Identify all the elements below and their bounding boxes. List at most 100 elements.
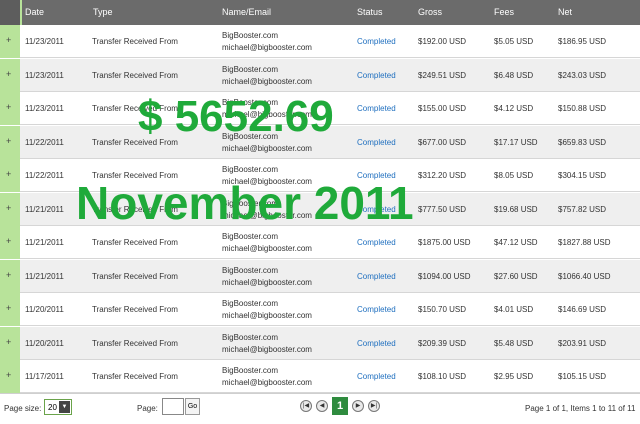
row-type: Transfer Received From — [92, 37, 178, 46]
next-page-icon[interactable]: ▶ — [352, 400, 364, 412]
row-fees: $19.68 USD — [494, 204, 538, 214]
last-page-icon[interactable]: ▶| — [368, 400, 380, 412]
prev-page-icon[interactable]: ◀ — [316, 400, 328, 412]
expand-row-icon[interactable]: + — [6, 136, 11, 146]
row-date: 11/17/2011 — [25, 372, 64, 381]
expand-row-icon[interactable]: + — [6, 69, 11, 79]
period-overlay: November 2011 — [76, 177, 414, 229]
row-fees: $5.48 USD — [494, 338, 534, 348]
row-gross: $249.51 USD — [418, 70, 467, 80]
row-type: Transfer Received From — [92, 70, 178, 80]
row-gross: $777.50 USD — [418, 204, 467, 214]
expand-row-icon[interactable]: + — [6, 270, 11, 280]
expand-row-icon[interactable]: + — [6, 102, 11, 112]
row-net: $203.91 USD — [558, 338, 607, 348]
row-gross: $108.10 USD — [418, 372, 467, 381]
row-date: 11/21/2011 — [25, 271, 64, 281]
pager-bar: Page size: 20 ▼ Page: Go |◀ ◀ 1 ▶ ▶| Pag… — [0, 393, 640, 424]
row-net: $1827.88 USD — [558, 238, 611, 247]
row-fees: $47.12 USD — [494, 238, 538, 247]
row-net: $659.83 USD — [558, 137, 607, 147]
row-name: BigBooster.com — [222, 366, 279, 375]
row-email: michael@bigbooster.com — [222, 378, 312, 387]
row-status-link[interactable]: Completed — [357, 37, 396, 46]
expand-row-icon[interactable]: + — [6, 370, 11, 380]
row-email: michael@bigbooster.com — [222, 277, 312, 287]
expand-row-icon[interactable]: + — [6, 303, 11, 313]
row-status-link[interactable]: Completed — [357, 138, 396, 147]
row-date: 11/20/2011 — [25, 305, 64, 314]
table-row: +11/17/2011 Transfer Received From BigBoos… — [0, 360, 640, 393]
row-net: $1066.40 USD — [558, 271, 611, 281]
header-net[interactable]: Net — [558, 0, 572, 25]
row-name: BigBooster.com — [222, 299, 279, 308]
row-email: michael@bigbooster.com — [222, 76, 312, 86]
page-number-input[interactable] — [162, 398, 184, 415]
row-net: $243.03 USD — [558, 70, 607, 80]
table-row: +11/21/2011 Transfer Received From BigBoos… — [0, 259, 640, 293]
table-row: +11/20/2011 Transfer Received From BigBoos… — [0, 293, 640, 326]
row-date: 11/21/2011 — [25, 238, 64, 247]
row-net: $146.69 USD — [558, 305, 607, 314]
go-button[interactable]: Go — [185, 398, 200, 415]
row-net: $186.95 USD — [558, 37, 607, 46]
first-page-icon[interactable]: |◀ — [300, 400, 312, 412]
row-status-link[interactable]: Completed — [357, 372, 396, 381]
row-gross: $155.00 USD — [418, 104, 467, 113]
row-net: $304.15 USD — [558, 171, 607, 180]
header-gross[interactable]: Gross — [418, 0, 442, 25]
row-status-link[interactable]: Completed — [357, 238, 396, 247]
row-email: michael@bigbooster.com — [222, 43, 312, 52]
current-page-button[interactable]: 1 — [332, 397, 348, 415]
expand-row-icon[interactable]: + — [6, 337, 11, 347]
row-type: Transfer Received From — [92, 238, 178, 247]
expand-row-icon[interactable]: + — [6, 203, 11, 213]
row-fees: $8.05 USD — [494, 171, 534, 180]
row-net: $105.15 USD — [558, 372, 607, 381]
chevron-down-icon[interactable]: ▼ — [59, 401, 70, 413]
table-row: +11/23/2011 Transfer Received From BigBoos… — [0, 58, 640, 92]
row-email: michael@bigbooster.com — [222, 244, 312, 253]
row-type: Transfer Received From — [92, 338, 178, 348]
expand-row-icon[interactable]: + — [6, 169, 11, 179]
header-fees[interactable]: Fees — [494, 0, 514, 25]
page-size-select[interactable]: 20 ▼ — [44, 399, 72, 415]
page-size-label: Page size: — [4, 404, 42, 413]
row-fees: $2.95 USD — [494, 372, 534, 381]
table-row: +11/20/2011 Transfer Received From BigBoos… — [0, 326, 640, 360]
row-email: michael@bigbooster.com — [222, 143, 312, 153]
header-status[interactable]: Status — [357, 0, 383, 25]
header-date[interactable]: Date — [25, 0, 44, 25]
row-net: $757.82 USD — [558, 204, 607, 214]
row-net: $150.88 USD — [558, 104, 607, 113]
header-name-email[interactable]: Name/Email — [222, 0, 271, 25]
row-fees: $5.05 USD — [494, 37, 534, 46]
row-status-link[interactable]: Completed — [357, 71, 396, 80]
row-date: 11/23/2011 — [25, 104, 64, 113]
row-status-link[interactable]: Completed — [357, 104, 396, 113]
row-date: 11/23/2011 — [25, 70, 64, 80]
row-gross: $312.20 USD — [418, 171, 467, 180]
expand-row-icon[interactable]: + — [6, 35, 11, 45]
row-date: 11/23/2011 — [25, 37, 64, 46]
total-amount-overlay: $ 5652.69 — [138, 92, 334, 141]
row-status-link[interactable]: Completed — [357, 305, 396, 314]
row-status-link[interactable]: Completed — [357, 272, 396, 281]
row-type: Transfer Received From — [92, 271, 178, 281]
page-label: Page: — [137, 404, 158, 413]
expand-row-icon[interactable]: + — [6, 236, 11, 246]
pager-summary: Page 1 of 1, Items 1 to 11 of 11 — [525, 404, 636, 413]
row-name: BigBooster.com — [222, 31, 279, 40]
row-name: BigBooster.com — [222, 64, 279, 74]
row-fees: $17.17 USD — [494, 137, 538, 147]
row-gross: $1094.00 USD — [418, 271, 471, 281]
table-row: +11/21/2011 Transfer Received From BigBoos… — [0, 226, 640, 259]
grid-header: Date Type Name/Email Status Gross Fees N… — [0, 0, 640, 25]
row-status-link[interactable]: Completed — [357, 339, 396, 348]
row-type: Transfer Received From — [92, 372, 178, 381]
row-gross: $192.00 USD — [418, 37, 467, 46]
row-date: 11/20/2011 — [25, 338, 64, 348]
header-expand-column — [0, 0, 22, 25]
row-name: BigBooster.com — [222, 165, 279, 174]
header-type[interactable]: Type — [93, 0, 113, 25]
